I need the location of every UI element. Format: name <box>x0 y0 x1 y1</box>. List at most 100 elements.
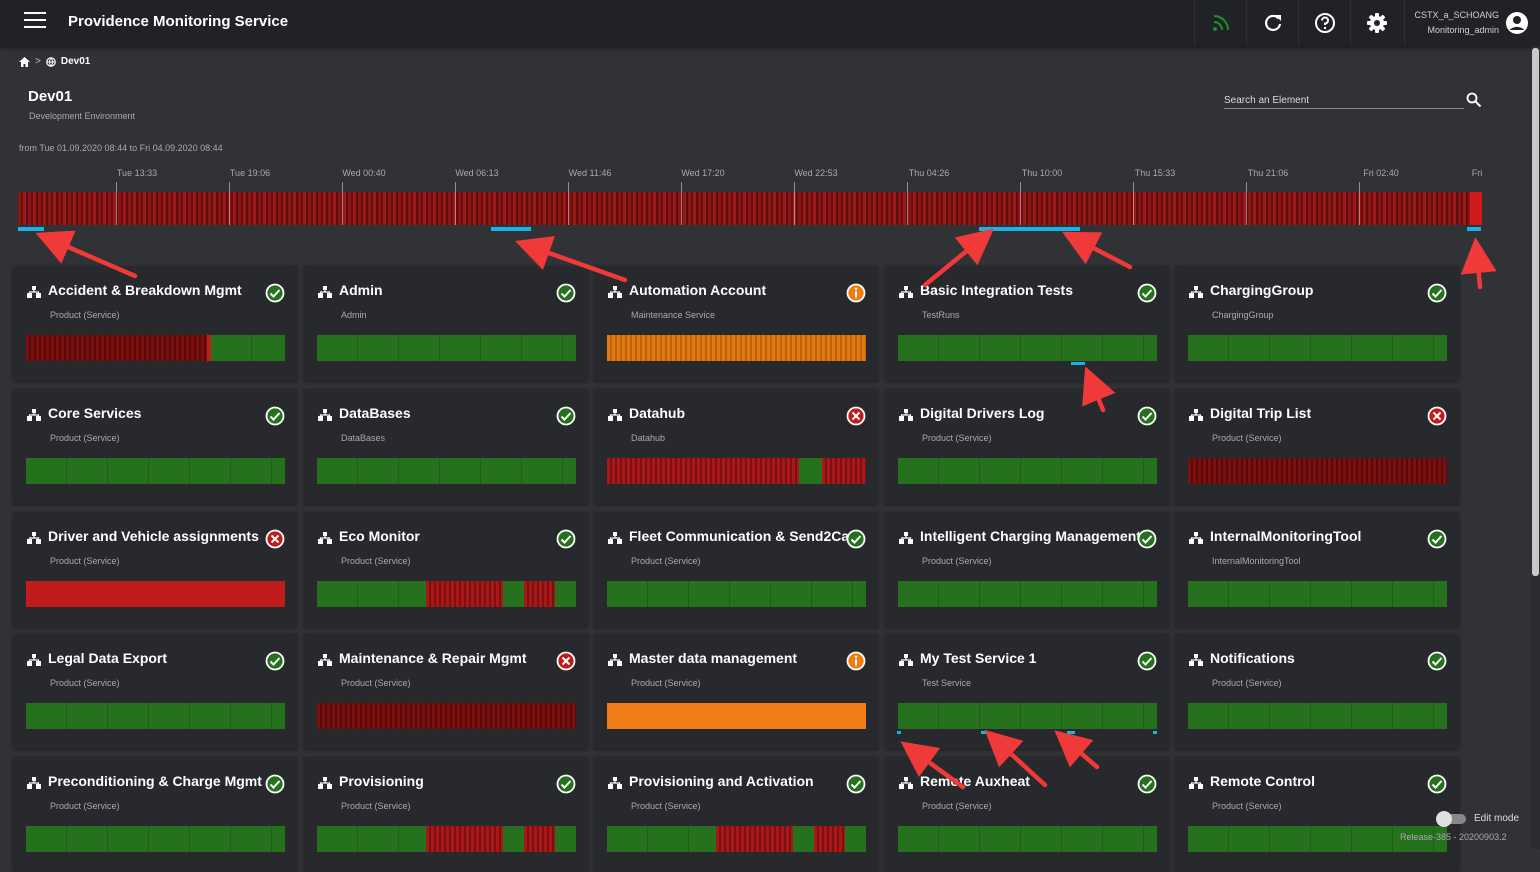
hierarchy-icon <box>27 532 41 544</box>
timeline-tick: Thu 21:06 <box>1247 168 1289 178</box>
service-card[interactable]: Legal Data Export Product (Service) <box>13 634 297 749</box>
service-card[interactable]: My Test Service 1 Test Service <box>885 634 1169 749</box>
hierarchy-icon <box>27 286 41 298</box>
card-availability-bar <box>317 581 576 607</box>
service-card[interactable]: Provisioning Product (Service) <box>304 757 588 872</box>
search-input[interactable] <box>1224 93 1454 106</box>
ok-status-icon <box>1427 529 1447 549</box>
ok-status-icon <box>265 283 285 303</box>
top-app-bar: Providence Monitoring Service CSTX_a_SCH… <box>0 0 1540 46</box>
ok-status-icon <box>556 774 576 794</box>
ok-status-icon <box>1137 651 1157 671</box>
rss-button[interactable] <box>1194 0 1247 46</box>
timeline-tick: Thu 10:00 <box>1021 168 1063 178</box>
error-status-icon <box>265 529 285 549</box>
service-card[interactable]: Automation Account Maintenance Service <box>594 266 878 381</box>
card-availability-bar <box>26 703 285 729</box>
service-card[interactable]: InternalMonitoringTool InternalMonitoring… <box>1175 512 1459 627</box>
scrollbar[interactable] <box>1531 46 1540 849</box>
service-card[interactable]: Notifications Product (Service) <box>1175 634 1459 749</box>
service-card[interactable]: Eco Monitor Product (Service) <box>304 512 588 627</box>
card-title: Master data management <box>629 650 798 666</box>
card-status <box>1427 774 1447 794</box>
service-card[interactable]: Driver and Vehicle assignments Product (S… <box>13 512 297 627</box>
timeline-selection-marker <box>1467 227 1481 231</box>
hierarchy-icon <box>27 654 41 666</box>
service-card[interactable]: Datahub Datahub <box>594 389 878 504</box>
service-card[interactable]: Master data management Product (Service) <box>594 634 878 749</box>
card-selection-marker <box>897 731 901 734</box>
card-availability-bar <box>1188 458 1447 484</box>
search-icon[interactable] <box>1466 92 1482 108</box>
card-subtitle: Product (Service) <box>922 556 992 566</box>
service-card[interactable]: Maintenance & Repair Mgmt Product (Servic… <box>304 634 588 749</box>
service-card[interactable]: Admin Admin <box>304 266 588 381</box>
home-icon[interactable] <box>19 56 30 67</box>
timeline-tick: Tue 19:06 <box>229 168 271 178</box>
hierarchy-icon <box>899 532 913 544</box>
breadcrumb-current[interactable]: Dev01 <box>61 56 90 67</box>
account-icon <box>1506 12 1528 34</box>
help-button[interactable] <box>1298 0 1351 46</box>
ok-status-icon <box>265 651 285 671</box>
timeline-tick: Tue 13:33 <box>116 168 158 178</box>
availability-timeline[interactable] <box>18 182 1482 225</box>
hierarchy-icon <box>1189 777 1203 789</box>
service-card[interactable]: Remote Auxheat Product (Service) <box>885 757 1169 872</box>
refresh-button[interactable] <box>1246 0 1299 46</box>
error-status-icon <box>1427 406 1447 426</box>
breadcrumb: > Dev01 <box>19 56 90 67</box>
card-subtitle: Product (Service) <box>1212 678 1282 688</box>
service-card[interactable]: Basic Integration Tests TestRuns <box>885 266 1169 381</box>
card-availability-bar <box>898 826 1157 852</box>
card-subtitle: Datahub <box>631 433 666 443</box>
timeline-selection-marker <box>979 227 1080 231</box>
settings-button[interactable] <box>1350 0 1403 46</box>
menu-icon[interactable] <box>24 12 46 30</box>
service-card[interactable]: Preconditioning & Charge Mgmt Product (Se… <box>13 757 297 872</box>
card-availability-bar <box>317 458 576 484</box>
card-title: Remote Control <box>1210 773 1315 789</box>
edit-mode-toggle[interactable] <box>1436 810 1466 827</box>
timeline-tick: Fri <box>1471 168 1483 178</box>
settings-icon <box>1367 13 1387 33</box>
timeline-tick: Thu 04:26 <box>908 168 950 178</box>
service-card[interactable]: Fleet Communication & Send2Car Product (S… <box>594 512 878 627</box>
card-subtitle: Product (Service) <box>341 801 411 811</box>
scrollbar-thumb[interactable] <box>1532 48 1539 576</box>
service-card[interactable]: Digital Trip List Product (Service) <box>1175 389 1459 504</box>
card-subtitle: ChargingGroup <box>1212 310 1274 320</box>
user-menu[interactable]: CSTX_a_SCHOANG Monitoring_admin <box>1404 0 1540 46</box>
card-status <box>556 283 576 303</box>
timeline-error-segment <box>1470 192 1482 225</box>
service-card[interactable]: Provisioning and Activation Product (Serv… <box>594 757 878 872</box>
card-subtitle: Product (Service) <box>922 433 992 443</box>
card-status <box>1137 651 1157 671</box>
card-subtitle: Product (Service) <box>631 801 701 811</box>
hierarchy-icon <box>608 286 622 298</box>
service-card[interactable]: Intelligent Charging Management Product (… <box>885 512 1169 627</box>
service-card[interactable]: DataBases DataBases <box>304 389 588 504</box>
ok-status-icon <box>1137 406 1157 426</box>
breadcrumb-separator: > <box>35 56 41 67</box>
hierarchy-icon <box>27 777 41 789</box>
service-card[interactable]: Accident & Breakdown Mgmt Product (Servic… <box>13 266 297 381</box>
service-card[interactable]: Digital Drivers Log Product (Service) <box>885 389 1169 504</box>
card-status <box>846 283 866 303</box>
hierarchy-icon <box>608 532 622 544</box>
refresh-icon <box>1264 14 1282 31</box>
card-status <box>556 529 576 549</box>
service-card[interactable]: Core Services Product (Service) <box>13 389 297 504</box>
search-field[interactable] <box>1224 90 1464 109</box>
service-card[interactable]: ChargingGroup ChargingGroup <box>1175 266 1459 381</box>
user-name: CSTX_a_SCHOANG <box>1414 10 1499 20</box>
card-status <box>1137 529 1157 549</box>
card-status <box>846 529 866 549</box>
card-availability-bar <box>607 335 866 361</box>
service-card[interactable]: Remote Control Product (Service) <box>1175 757 1459 872</box>
card-title: InternalMonitoringTool <box>1210 528 1362 544</box>
warning-status-icon <box>846 283 866 303</box>
hierarchy-icon <box>318 409 332 421</box>
card-title: Basic Integration Tests <box>920 282 1074 298</box>
annotation-arrow <box>1062 231 1133 270</box>
